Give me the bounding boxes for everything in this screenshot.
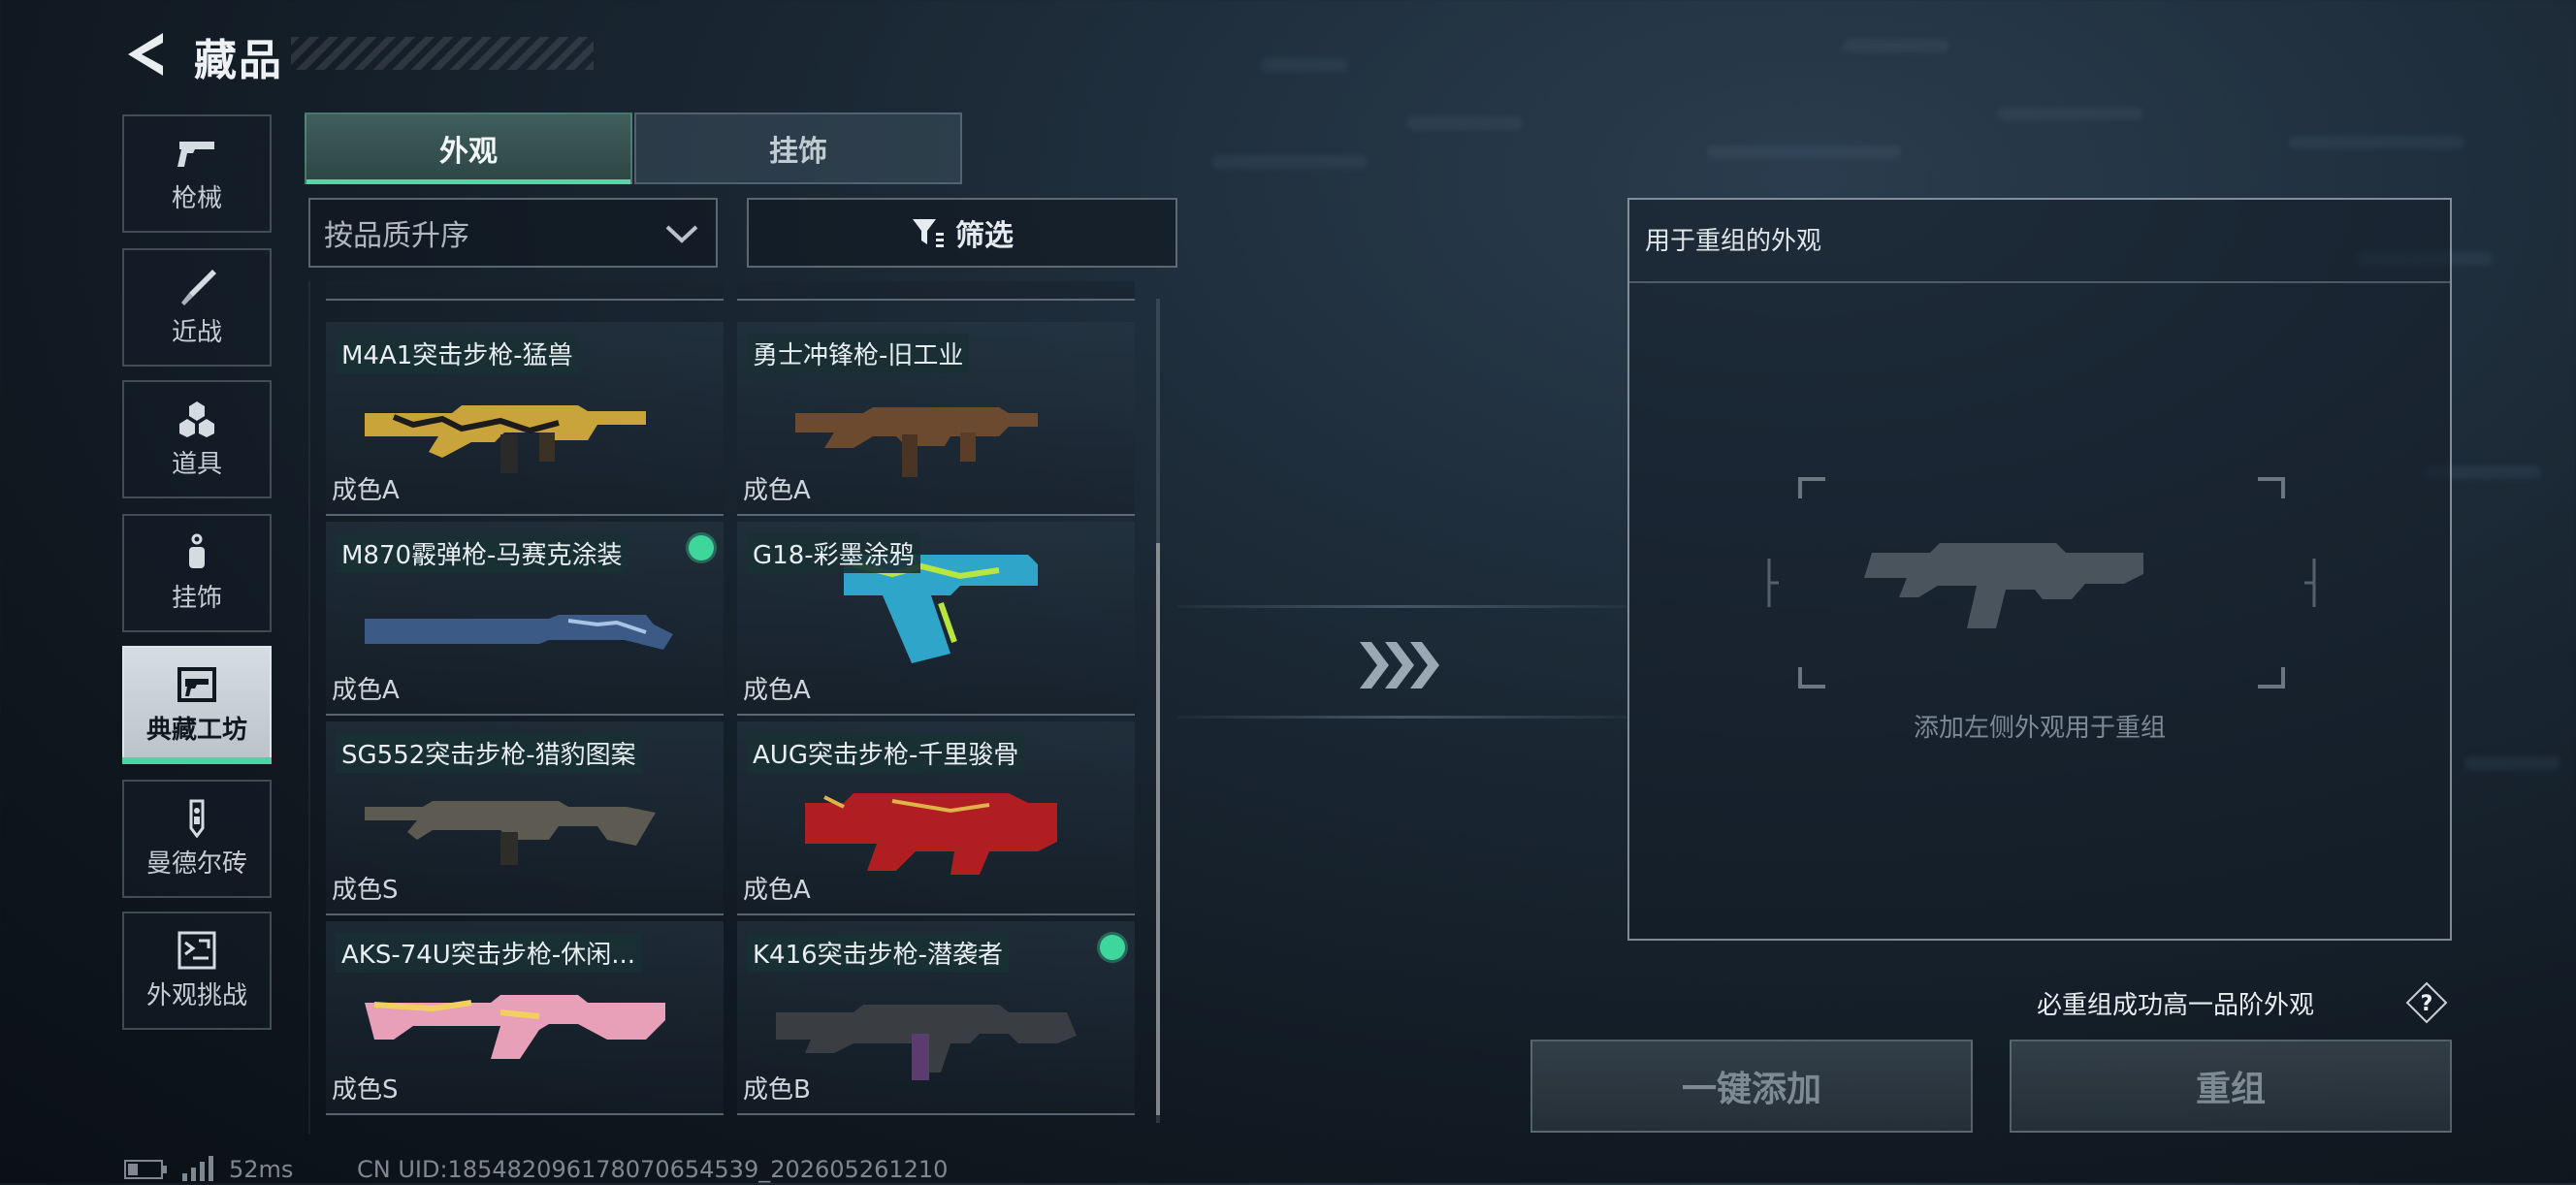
button-label: 重组 <box>2195 1070 2266 1109</box>
skin-grade: 成色B <box>743 1075 811 1105</box>
shotgun-image <box>365 615 673 650</box>
sort-dropdown[interactable]: 按品质升序 <box>308 198 718 268</box>
sidebar-item-workshop[interactable]: 典藏工坊 <box>122 646 272 764</box>
skin-card-m870[interactable]: M870霰弹枪-马赛克涂装 成色A <box>326 522 724 716</box>
filter-button[interactable]: 筛选 <box>747 198 1177 268</box>
tag-indicator <box>689 535 714 560</box>
guarantee-text: 必重组成功高一品阶外观 <box>2037 991 2315 1020</box>
skin-card-aug[interactable]: AUG突击步枪-千里骏骨 成色A <box>737 721 1135 915</box>
empty-slot-frame <box>1767 477 2316 689</box>
tag-indicator <box>1100 935 1125 960</box>
connector-line <box>1177 716 1627 719</box>
forward-arrows-icon <box>1358 636 1441 698</box>
sidebar-item-charms[interactable]: 挂饰 <box>122 514 272 632</box>
tab-appearance[interactable]: 外观 <box>305 112 632 184</box>
connector-line <box>1177 605 1627 608</box>
tab-charms[interactable]: 挂饰 <box>634 112 962 184</box>
sidebar-item-label: 挂饰 <box>171 583 222 613</box>
skin-card-vityaz[interactable]: 勇士冲锋枪-旧工业 成色A <box>737 322 1135 516</box>
scrollbar-thumb[interactable] <box>1156 543 1160 1115</box>
grenade-icon <box>179 400 214 437</box>
sidebar-item-label: 外观挑战 <box>145 980 247 1010</box>
question-icon[interactable]: ? <box>2405 981 2448 1024</box>
skin-card-aks74u[interactable]: AKS-74U突击步枪-休闲... 成色S <box>326 921 724 1115</box>
sidebar-item-label: 道具 <box>171 449 222 479</box>
signal-icon <box>180 1154 215 1185</box>
sidebar-item-label: 典藏工坊 <box>145 715 247 745</box>
button-label: 一键添加 <box>1681 1070 1821 1109</box>
skin-list[interactable]: M4A1突击步枪-猛兽 成色A 勇士冲锋枪-旧工业 成色A M870霰弹枪-马赛… <box>308 281 1177 1135</box>
sidebar-item-label: 近战 <box>171 317 222 347</box>
ping-text: 52ms <box>229 1156 294 1183</box>
back-arrow-icon[interactable] <box>120 29 171 80</box>
skin-grade: 成色A <box>743 676 811 705</box>
sidebar-item-label: 枪械 <box>171 183 222 213</box>
skin-name: SG552突击步枪-猎豹图案 <box>336 733 642 773</box>
skin-name: G18-彩墨涂鸦 <box>747 533 920 573</box>
uid-text: CN UID:185482096178070654539_20260526121… <box>357 1156 949 1183</box>
rifle-image <box>365 995 665 1059</box>
skin-grade: 成色A <box>743 476 811 505</box>
sidebar-item-skin-challenge[interactable]: 外观挑战 <box>122 912 272 1030</box>
empty-hint: 添加左侧外观用于重组 <box>1913 714 2166 743</box>
sidebar-item-melee[interactable]: 近战 <box>122 248 272 367</box>
chevron-down-icon <box>665 225 698 243</box>
tab-label: 外观 <box>439 135 498 169</box>
charm-icon <box>189 533 205 568</box>
skin-name: AKS-74U突击步枪-休闲... <box>336 933 642 973</box>
skin-name: 勇士冲锋枪-旧工业 <box>747 334 970 373</box>
skin-name: M870霰弹枪-马赛克涂装 <box>336 533 628 573</box>
smg-image <box>795 407 1038 477</box>
skin-card-g18[interactable]: G18-彩墨涂鸦 成色A <box>737 522 1135 716</box>
pistol-icon <box>177 141 214 167</box>
battery-icon <box>124 1158 169 1185</box>
skin-name: AUG突击步枪-千里骏骨 <box>747 733 1025 773</box>
skin-card-sg552[interactable]: SG552突击步枪-猎豹图案 成色S <box>326 721 724 915</box>
rifle-image <box>776 1005 1077 1080</box>
skin-grade: 成色A <box>332 476 400 505</box>
gun-frame-icon <box>177 666 216 702</box>
svg-text:?: ? <box>2421 992 2433 1016</box>
sidebar-item-label: 曼德尔砖 <box>145 849 247 879</box>
page-title: 藏品 <box>194 36 283 85</box>
rifle-image <box>805 793 1057 875</box>
skin-grade: 成色A <box>743 876 811 905</box>
skin-grade: 成色S <box>332 876 399 905</box>
recombine-button[interactable]: 重组 <box>2010 1040 2452 1133</box>
skin-card-m4a1[interactable]: M4A1突击步枪-猛兽 成色A <box>326 322 724 516</box>
skin-card-k416[interactable]: K416突击步枪-潜袭者 成色B <box>737 921 1135 1115</box>
brick-icon <box>189 799 205 838</box>
filter-label: 筛选 <box>955 219 1014 253</box>
skin-card-partial[interactable] <box>737 281 1135 301</box>
sidebar-item-props[interactable]: 道具 <box>122 380 272 498</box>
skin-grade: 成色A <box>332 676 400 705</box>
panel-title: 用于重组的外观 <box>1645 227 1822 256</box>
skin-name: K416突击步枪-潜袭者 <box>747 933 1010 973</box>
tab-label: 挂饰 <box>769 135 827 169</box>
rifle-image <box>365 801 656 865</box>
skin-card-partial[interactable] <box>326 281 724 301</box>
recombine-panel: 用于重组的外观 <box>1627 198 2452 941</box>
sidebar-item-firearms[interactable]: 枪械 <box>122 114 272 233</box>
rifle-silhouette-icon <box>1864 543 2143 628</box>
panel-divider <box>1629 281 2450 283</box>
knife-icon <box>181 269 216 305</box>
filter-icon <box>913 219 944 247</box>
sort-label: 按品质升序 <box>324 219 469 253</box>
skin-grade: 成色S <box>332 1075 399 1105</box>
add-all-button[interactable]: 一键添加 <box>1530 1040 1973 1133</box>
skin-name: M4A1突击步枪-猛兽 <box>336 334 579 373</box>
sidebar-item-mandel-brick[interactable]: 曼德尔砖 <box>122 780 272 898</box>
rifle-image <box>365 405 646 473</box>
title-decoration <box>291 37 594 70</box>
challenge-icon <box>177 931 216 969</box>
